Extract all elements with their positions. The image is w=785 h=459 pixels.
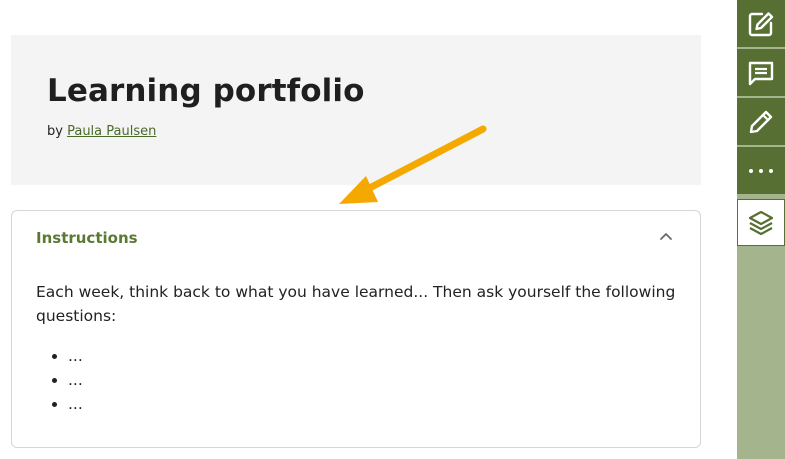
page-header: Learning portfolio by Paula Paulsen — [11, 35, 701, 185]
layers-icon — [748, 210, 774, 235]
comment-icon — [748, 61, 774, 85]
instructions-title: Instructions — [36, 229, 138, 247]
list-item: ... — [68, 344, 83, 368]
instructions-panel: Instructions Each week, think back to wh… — [11, 210, 701, 448]
instructions-text: Each week, think back to what you have l… — [36, 283, 676, 325]
byline-prefix: by — [47, 124, 63, 139]
edit-note-button[interactable] — [737, 0, 785, 47]
page-title: Learning portfolio — [47, 73, 365, 109]
edit-note-icon — [748, 11, 774, 36]
list-item: ... — [68, 392, 83, 416]
byline: by Paula Paulsen — [47, 124, 156, 139]
chevron-up-icon[interactable] — [654, 225, 678, 249]
instructions-toggle[interactable]: Instructions — [12, 211, 700, 265]
instructions-list: ... ... ... — [36, 344, 83, 416]
right-toolbar — [737, 0, 785, 459]
list-item: ... — [68, 368, 83, 392]
more-button[interactable] — [737, 147, 785, 194]
comment-button[interactable] — [737, 49, 785, 96]
layers-button[interactable] — [737, 199, 785, 246]
pencil-icon — [749, 110, 773, 133]
pencil-button[interactable] — [737, 98, 785, 145]
author-link[interactable]: Paula Paulsen — [67, 124, 156, 139]
more-icon — [749, 168, 773, 173]
